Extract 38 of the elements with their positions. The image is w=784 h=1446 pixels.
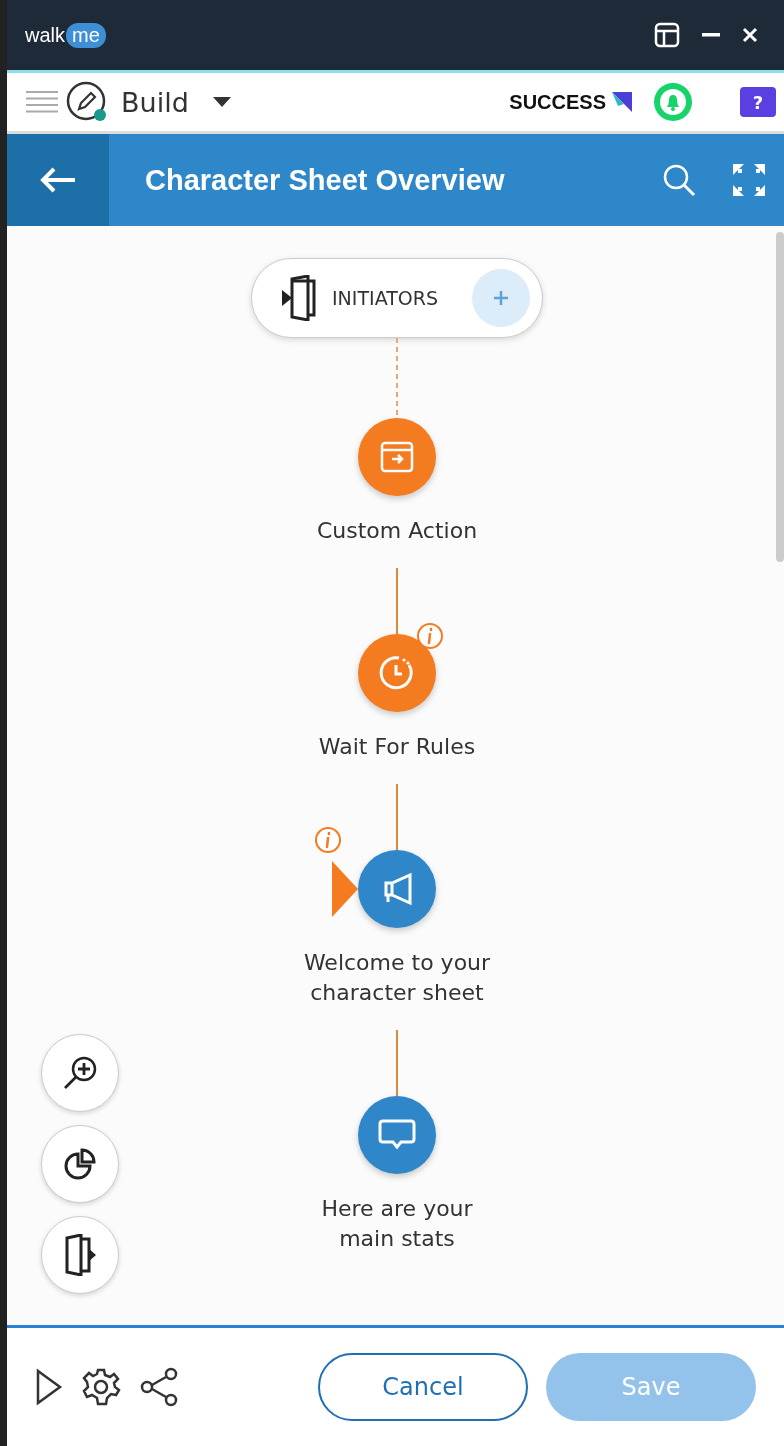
flag-icon — [612, 92, 632, 112]
bell-icon[interactable] — [652, 81, 694, 123]
step-node[interactable] — [358, 850, 436, 928]
scrollbar[interactable] — [776, 232, 784, 562]
speech-bubble-icon — [377, 1118, 417, 1152]
step-label: Wait For Rules — [317, 733, 477, 761]
pointer-marker — [332, 861, 358, 917]
mode-dropdown[interactable]: Build — [121, 86, 231, 118]
zoom-in-button[interactable] — [41, 1034, 119, 1112]
caret-icon — [212, 97, 231, 107]
back-button[interactable] — [7, 134, 109, 226]
back-arrow-icon — [39, 166, 77, 194]
step-node[interactable] — [358, 418, 436, 496]
analytics-button[interactable] — [41, 1125, 119, 1203]
initiators-node[interactable]: INITIATORS — [251, 258, 543, 338]
flow-title: Character Sheet Overview — [145, 163, 506, 197]
step-label: Welcome to your character sheet — [302, 949, 492, 1007]
door-icon — [63, 1234, 97, 1276]
step-label: Here are your main stats — [320, 1195, 474, 1253]
menu-icon[interactable] — [25, 89, 59, 115]
success-label: SUCCESS — [509, 90, 606, 114]
minimize-icon[interactable] — [702, 33, 720, 37]
initiators-button[interactable] — [41, 1216, 119, 1294]
walkme-logo: walk me — [25, 22, 106, 48]
help-button[interactable]: ? — [740, 87, 776, 117]
expand-icon[interactable] — [732, 163, 766, 197]
step-node[interactable] — [358, 634, 436, 712]
layout-icon[interactable] — [654, 22, 680, 48]
step-label: Custom Action — [315, 517, 479, 545]
share-icon[interactable] — [139, 1367, 179, 1407]
edit-icon — [65, 80, 109, 124]
plus-icon — [494, 291, 508, 305]
cancel-button[interactable]: Cancel — [318, 1353, 528, 1421]
step-node[interactable] — [358, 1096, 436, 1174]
settings-icon[interactable] — [81, 1367, 121, 1407]
search-icon[interactable] — [662, 163, 696, 197]
close-icon[interactable] — [742, 27, 758, 43]
play-icon[interactable] — [35, 1368, 63, 1406]
